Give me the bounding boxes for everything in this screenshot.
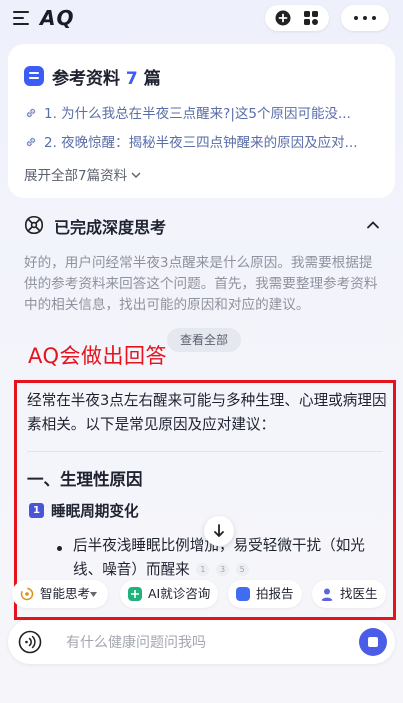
section-heading: 一、生理性原因 xyxy=(27,470,143,489)
annotation-label: AQ会做出回答 xyxy=(28,344,168,368)
voice-input-icon[interactable] xyxy=(18,630,42,654)
expand-references-link[interactable]: 展开全部7篇资料 xyxy=(24,164,141,184)
citation-badge[interactable]: 3 xyxy=(216,563,230,576)
arrow-down-icon xyxy=(214,524,224,538)
chevron-down-icon xyxy=(131,172,141,178)
doctor-icon xyxy=(321,588,333,601)
deep-thinking-icon xyxy=(24,215,44,235)
chat-input-bar: 有什么健康问题问我吗 xyxy=(8,620,395,664)
sub-heading: 睡眠周期变化 xyxy=(51,503,139,520)
smart-think-icon xyxy=(20,587,34,601)
reference-item[interactable]: 2. 夜晚惊醒：揭秘半夜三四点钟醒来的原因及应对... xyxy=(24,131,384,153)
link-icon xyxy=(26,137,36,147)
bullet-dot xyxy=(57,546,62,551)
thinking-header[interactable]: 已完成深度思考 xyxy=(24,214,384,238)
caret-down-icon xyxy=(90,592,97,597)
new-chat-icon[interactable] xyxy=(275,10,291,26)
sub-heading-badge: 1 xyxy=(29,503,44,518)
references-icon xyxy=(24,66,44,86)
link-icon xyxy=(26,108,36,118)
references-card: 参考资料 7 篇 1. 为什么我总在半夜三点醒来?|这5个原因可能没... 2.… xyxy=(8,44,395,198)
quick-actions-row: 智能思考 AI就诊咨询 拍报告 找医生 xyxy=(0,580,403,610)
menu-icon[interactable] xyxy=(13,11,29,26)
top-bar: AQ xyxy=(0,0,403,38)
scroll-down-button[interactable] xyxy=(204,516,234,546)
more-options-button[interactable] xyxy=(341,5,389,31)
see-all-button[interactable]: 查看全部 xyxy=(167,328,241,352)
plus-icon xyxy=(131,590,139,598)
thinking-title: 已完成深度思考 xyxy=(54,218,167,237)
citation-badge[interactable]: 1 xyxy=(196,563,210,576)
find-doctor-chip[interactable]: 找医生 xyxy=(312,580,386,608)
photo-report-chip[interactable]: 拍报告 xyxy=(228,580,302,608)
chat-input[interactable]: 有什么健康问题问我吗 xyxy=(66,632,206,652)
top-actions-group xyxy=(265,5,329,31)
camera-icon xyxy=(236,587,250,601)
apps-icon[interactable] xyxy=(303,10,319,26)
stop-icon xyxy=(368,637,378,647)
stop-button[interactable] xyxy=(359,628,387,656)
app-logo: AQ xyxy=(40,6,75,30)
references-title: 参考资料 7 篇 xyxy=(52,69,161,89)
divider xyxy=(27,451,383,452)
bullet-text: 后半夜浅睡眠比例增加，易受轻微干扰（如光线、噪音）而醒来 1 3 5 xyxy=(73,537,365,578)
ai-consult-chip[interactable]: AI就诊咨询 xyxy=(120,580,218,608)
smart-think-chip[interactable]: 智能思考 xyxy=(12,580,108,608)
answer-intro: 经常在半夜3点左右醒来可能与多种生理、心理或病理因素相关。以下是常见原因及应对建… xyxy=(27,392,387,433)
reference-item[interactable]: 1. 为什么我总在半夜三点醒来?|这5个原因可能没... xyxy=(24,102,384,124)
thinking-text: 好的，用户问经常半夜3点醒来是什么原因。我需要根据提供的参考资料来回答这个问题。… xyxy=(24,255,378,313)
chevron-up-icon[interactable] xyxy=(366,218,380,232)
citation-badge[interactable]: 5 xyxy=(235,563,249,576)
